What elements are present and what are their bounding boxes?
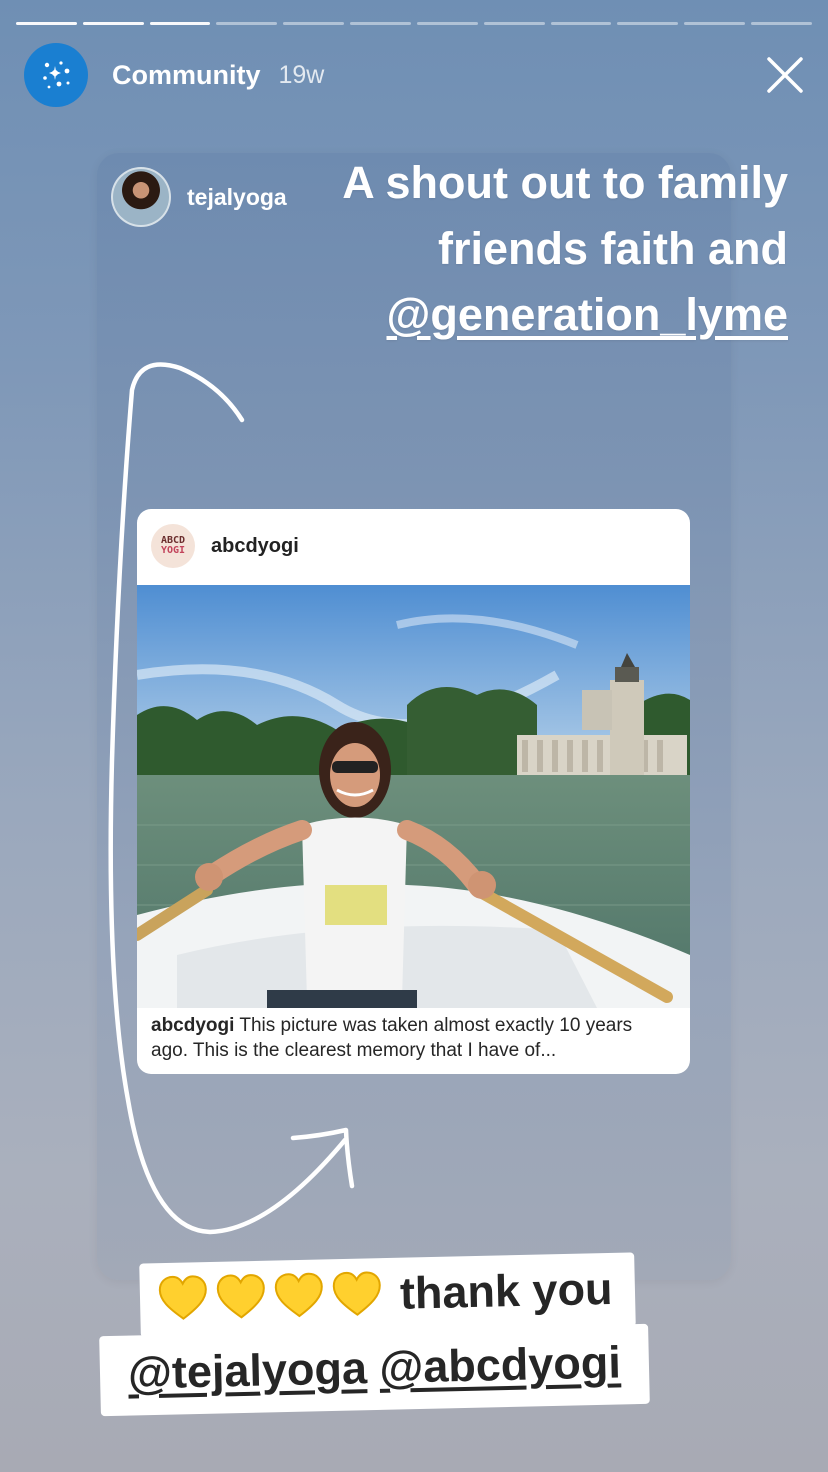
mentions-sticker: @tejalyoga @abcdyogi [99, 1323, 650, 1417]
hearts-row [157, 1270, 382, 1323]
story-header: Community 19w [24, 42, 808, 108]
progress-segment [751, 22, 812, 25]
mention-generation-lyme[interactable]: @generation_lyme [228, 282, 788, 348]
yellow-heart-icon [215, 1273, 266, 1322]
shout-line-2: friends faith and [437, 223, 788, 274]
progress-segment [550, 22, 612, 25]
avatar[interactable]: ABCD YOGI [151, 524, 195, 568]
shout-line-1: A shout out to family [342, 157, 788, 208]
post-caption: abcdyogi This picture was taken almost e… [151, 1013, 671, 1063]
progress-segment [216, 22, 278, 25]
caption-username[interactable]: abcdyogi [151, 1015, 234, 1036]
mention-tejalyoga[interactable]: @tejalyoga [127, 1342, 367, 1398]
progress-segment [684, 22, 746, 25]
progress-segment [483, 22, 545, 25]
sparkles-icon[interactable] [24, 43, 88, 107]
mention-abcdyogi[interactable]: @abcdyogi [379, 1336, 622, 1392]
story-progress-bar [16, 22, 812, 26]
yellow-heart-icon [331, 1270, 382, 1319]
progress-segment [283, 22, 345, 25]
progress-segment [16, 22, 77, 25]
yellow-heart-icon [273, 1271, 324, 1320]
thank-you-text: thank you [399, 1262, 614, 1319]
progress-segment [149, 22, 211, 25]
yellow-heart-icon [157, 1274, 208, 1323]
avatar[interactable] [111, 167, 171, 227]
progress-segment [617, 22, 679, 25]
post-username[interactable]: abcdyogi [211, 535, 299, 558]
embedded-post[interactable]: ABCD YOGI abcdyogi abcdyogi This picture… [137, 509, 690, 1074]
progress-segment [416, 22, 478, 25]
progress-segment [350, 22, 411, 25]
story-timestamp: 19w [278, 60, 325, 89]
post-header: ABCD YOGI abcdyogi [137, 509, 690, 583]
account-name[interactable]: Community [112, 60, 261, 91]
story-viewer[interactable]: Community 19w tejalyoga A shout out to f… [0, 0, 828, 1472]
shout-out-text: A shout out to family friends faith and … [228, 150, 788, 348]
post-photo[interactable] [137, 585, 690, 1008]
close-icon[interactable] [762, 52, 808, 98]
progress-segment [82, 22, 144, 25]
